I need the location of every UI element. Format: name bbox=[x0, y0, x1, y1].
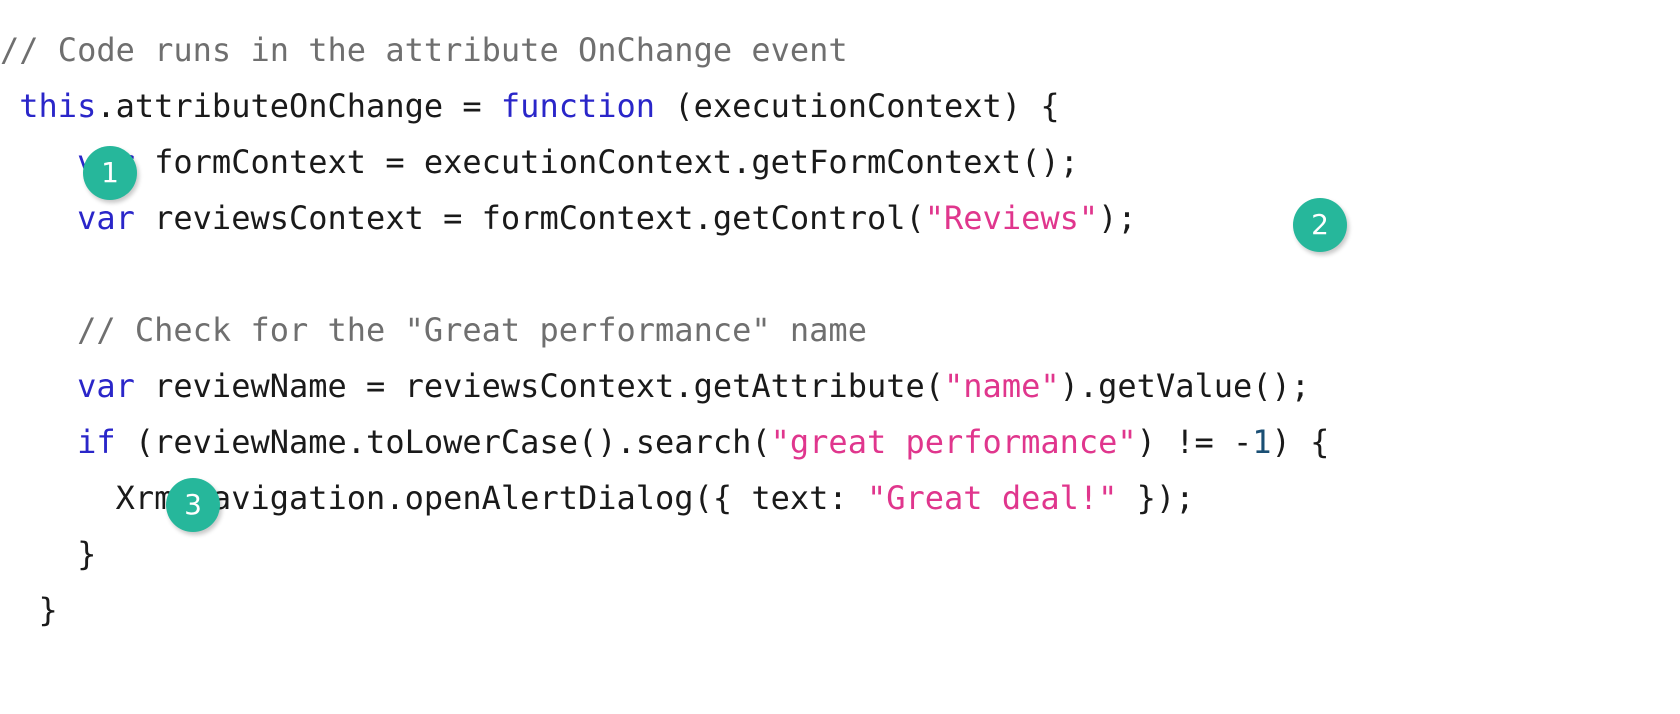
callout-badge-3[interactable]: 3 bbox=[166, 478, 220, 532]
code-token: }); bbox=[1117, 479, 1195, 517]
code-token: function bbox=[500, 87, 656, 125]
code-token: ) { bbox=[1271, 423, 1330, 461]
code-token: } bbox=[0, 535, 97, 573]
code-token: var bbox=[77, 367, 135, 405]
code-token: (executionContext) { bbox=[655, 87, 1060, 125]
code-line: Xrm.Navigation.openAlertDialog({ text: "… bbox=[0, 470, 1680, 526]
code-token: // Check for the "Great performance" nam… bbox=[77, 311, 867, 349]
code-token: "Great deal!" bbox=[866, 479, 1118, 517]
code-line: var formContext = executionContext.getFo… bbox=[0, 134, 1680, 190]
callout-badge-1[interactable]: 1 bbox=[83, 146, 137, 200]
code-token: ) != - bbox=[1136, 423, 1253, 461]
code-token: "great performance" bbox=[770, 423, 1137, 461]
code-line: var reviewName = reviewsContext.getAttri… bbox=[0, 358, 1680, 414]
code-line: } bbox=[0, 526, 1680, 582]
code-token: // Code runs in the attribute OnChange e… bbox=[0, 31, 848, 69]
code-token: if bbox=[77, 423, 116, 461]
code-line: this.attributeOnChange = function (execu… bbox=[0, 78, 1680, 134]
code-token: reviewsContext = formContext.getControl( bbox=[134, 199, 925, 237]
callout-badge-2[interactable]: 2 bbox=[1293, 198, 1347, 252]
code-token: ); bbox=[1098, 199, 1137, 237]
code-token: .attributeOnChange = bbox=[96, 87, 501, 125]
code-line: // Code runs in the attribute OnChange e… bbox=[0, 22, 1680, 78]
code-line: } bbox=[0, 582, 1680, 638]
code-line: var reviewsContext = formContext.getCont… bbox=[0, 190, 1680, 246]
code-line: if (reviewName.toLowerCase().search("gre… bbox=[0, 414, 1680, 470]
code-snippet-figure: // Code runs in the attribute OnChange e… bbox=[0, 0, 1680, 714]
code-token: (reviewName.toLowerCase().search( bbox=[115, 423, 771, 461]
code-token: this bbox=[19, 87, 97, 125]
code-token: 1 bbox=[1252, 423, 1272, 461]
code-token: } bbox=[0, 591, 58, 629]
code-token: Xrm.Navigation.openAlertDialog({ text: bbox=[0, 479, 867, 517]
code-token: reviewName = reviewsContext.getAttribute… bbox=[134, 367, 945, 405]
code-token: formContext = executionContext.getFormCo… bbox=[134, 143, 1079, 181]
code-line: // Check for the "Great performance" nam… bbox=[0, 302, 1680, 358]
code-token: "Reviews" bbox=[924, 199, 1099, 237]
code-token: "name" bbox=[944, 367, 1060, 405]
code-listing: // Code runs in the attribute OnChange e… bbox=[0, 22, 1680, 638]
code-token: ).getValue(); bbox=[1059, 367, 1311, 405]
